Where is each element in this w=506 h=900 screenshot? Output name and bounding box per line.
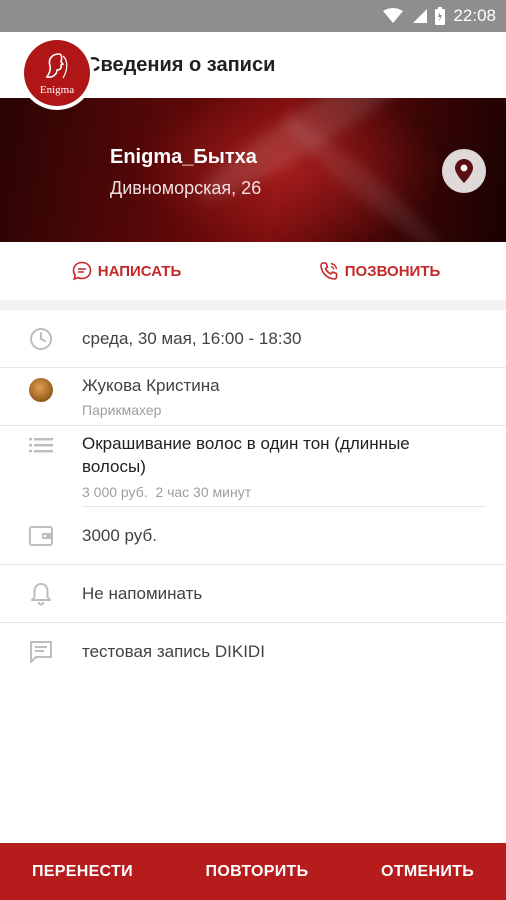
list-icon bbox=[28, 432, 54, 458]
salon-header bbox=[0, 98, 506, 242]
total-row: 3000 руб. bbox=[0, 507, 506, 564]
map-pin-icon bbox=[455, 159, 473, 183]
salon-name[interactable]: Enigma_Бытха bbox=[110, 146, 257, 169]
battery-icon bbox=[435, 7, 446, 25]
bottom-action-bar: ПЕРЕНЕСТИ ПОВТОРИТЬ ОТМЕНИТЬ bbox=[0, 843, 506, 900]
master-role: Парикмахер bbox=[82, 402, 162, 418]
clock-time: 22:08 bbox=[453, 6, 496, 25]
call-label: ПОЗВОНИТЬ bbox=[344, 262, 441, 280]
chat-icon bbox=[72, 261, 92, 281]
phone-icon bbox=[319, 262, 338, 280]
bell-icon bbox=[28, 581, 54, 607]
reminder-value: Не напоминать bbox=[82, 584, 203, 603]
service-duration: 2 час 30 минут bbox=[155, 484, 252, 500]
cancel-button[interactable]: ОТМЕНИТЬ bbox=[381, 863, 474, 881]
wallet-icon bbox=[28, 523, 54, 549]
page-title: Сведения о записи bbox=[86, 53, 276, 76]
service-name: Окрашивание волос в один тон (длинные во… bbox=[82, 432, 410, 478]
reschedule-button[interactable]: ПЕРЕНЕСТИ bbox=[32, 863, 133, 881]
hero-decoration bbox=[275, 106, 445, 242]
service-row: Окрашивание волос в один тон (длинные во… bbox=[0, 426, 506, 506]
salon-logo: Enigma bbox=[20, 36, 94, 110]
master-name: Жукова Кристина bbox=[82, 376, 220, 395]
salon-address: Дивноморская, 26 bbox=[110, 178, 262, 198]
section-gap bbox=[0, 300, 506, 310]
comment-icon bbox=[28, 639, 54, 665]
signal-icon bbox=[413, 9, 428, 23]
appointment-comment: тестовая запись DIKIDI bbox=[82, 642, 265, 661]
service-price: 3 000 руб. bbox=[82, 484, 148, 500]
datetime-row: среда, 30 мая, 16:00 - 18:30 bbox=[0, 310, 506, 367]
call-button[interactable]: ПОЗВОНИТЬ bbox=[253, 242, 506, 300]
clock-icon bbox=[28, 326, 54, 352]
reminder-row[interactable]: Не напоминать bbox=[0, 565, 506, 622]
write-label: НАПИСАТЬ bbox=[97, 262, 182, 280]
repeat-button[interactable]: ПОВТОРИТЬ bbox=[206, 863, 309, 881]
logo-text: Enigma bbox=[39, 84, 75, 96]
service-details: 3 000 руб. 2 час 30 минут bbox=[82, 484, 251, 500]
map-button[interactable] bbox=[442, 149, 486, 193]
write-button[interactable]: НАПИСАТЬ bbox=[0, 242, 253, 300]
master-row[interactable]: Жукова Кристина Парикмахер bbox=[0, 368, 506, 425]
appointment-total: 3000 руб. bbox=[82, 526, 157, 545]
contact-actions: НАПИСАТЬ ПОЗВОНИТЬ bbox=[0, 242, 506, 300]
avatar bbox=[29, 378, 53, 402]
comment-row: тестовая запись DIKIDI bbox=[0, 623, 506, 680]
appointment-datetime: среда, 30 мая, 16:00 - 18:30 bbox=[82, 329, 302, 348]
service-name-line: волосы) bbox=[82, 457, 146, 476]
woman-profile-icon bbox=[45, 53, 68, 79]
service-name-line: Окрашивание волос в один тон (длинные bbox=[82, 434, 410, 453]
status-bar: 22:08 bbox=[0, 0, 506, 32]
wifi-icon bbox=[383, 8, 404, 23]
